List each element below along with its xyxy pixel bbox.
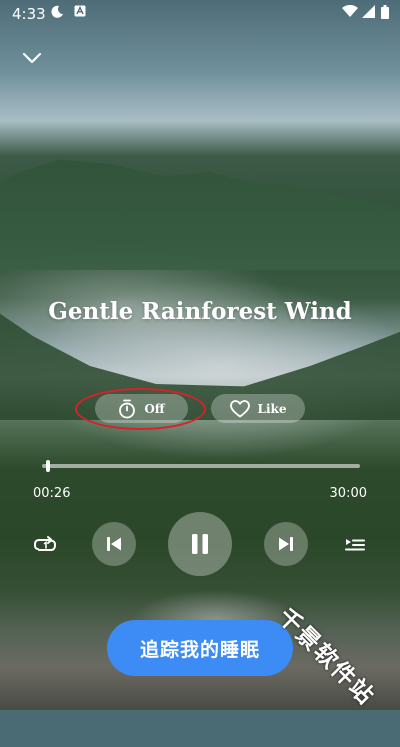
pause-icon: [192, 534, 208, 554]
playlist-button[interactable]: [340, 530, 370, 560]
highlight-ring-annotation: [75, 388, 206, 430]
elapsed-time: 00:26: [33, 486, 71, 501]
like-button[interactable]: Like: [211, 394, 305, 423]
like-label: Like: [257, 401, 287, 416]
signal-icon: [362, 5, 375, 22]
collapse-player-button[interactable]: [18, 46, 46, 70]
skip-next-icon: [279, 537, 293, 551]
app-notification-icon: [74, 5, 86, 21]
next-track-button[interactable]: [264, 522, 308, 566]
skip-previous-icon: [107, 537, 121, 551]
pause-button[interactable]: [168, 512, 232, 576]
track-title: Gentle Rainforest Wind: [48, 298, 352, 325]
mountain-ridge: [0, 159, 400, 270]
progress-handle[interactable]: [46, 460, 51, 472]
status-bar: 4:33: [0, 0, 400, 28]
chevron-down-icon: [22, 52, 42, 64]
moon-icon: [50, 5, 64, 23]
previous-track-button[interactable]: [92, 522, 136, 566]
background-forest-image: [0, 0, 400, 710]
wifi-icon: [342, 4, 358, 22]
repeat-one-icon: [34, 536, 56, 551]
playlist-icon: [345, 539, 365, 551]
progress-slider[interactable]: [42, 460, 360, 472]
heart-icon: [229, 399, 250, 417]
total-duration: 30:00: [329, 486, 367, 501]
repeat-button[interactable]: [30, 530, 60, 560]
battery-icon: [381, 5, 389, 23]
status-time: 4:33: [12, 5, 46, 23]
